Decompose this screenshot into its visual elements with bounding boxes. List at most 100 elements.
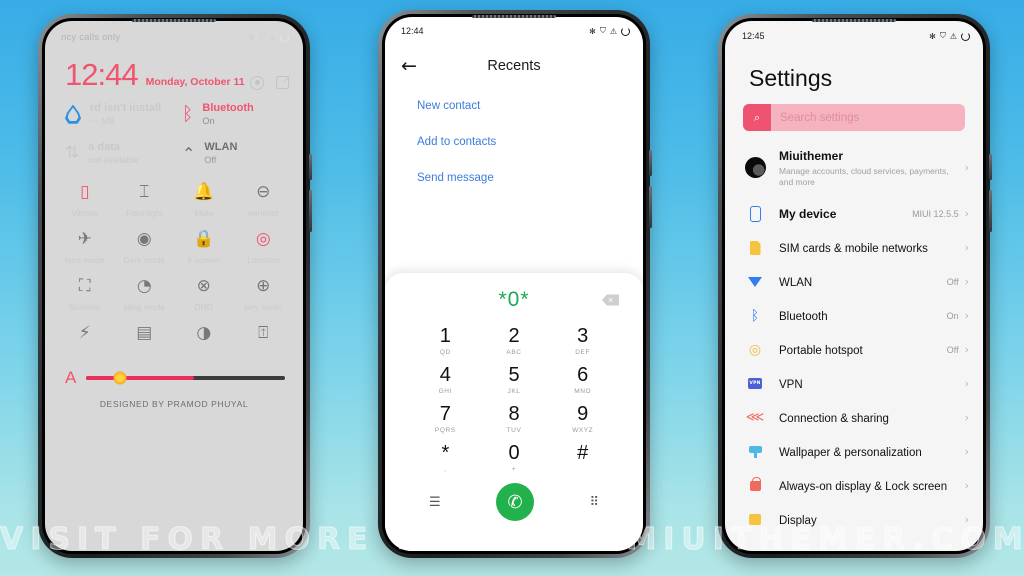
settings-row-my-device[interactable]: My device MIUI 12.5.5 › [725,197,983,231]
dialed-number: *0* [498,288,530,311]
key-letters: ABC [506,349,522,356]
toggle-scanner[interactable]: ⛶ Scanner [55,278,115,313]
clock-date: Monday, October 11 [145,76,245,88]
volume-button[interactable] [989,154,992,180]
toggle-location[interactable]: ◎ Location [234,231,294,266]
status-time: 12:44 [401,26,424,36]
toggle-battery-saver[interactable]: ⊕ tery saver [234,278,294,313]
phone-dialer: 12:44 ✻ ⛉ ⚠ ← Recents New contact Add to… [378,10,652,558]
contrast-icon: ◑ [196,323,212,343]
link-new-contact[interactable]: New contact [417,100,643,112]
key-5[interactable]: 5 JKL [480,360,549,399]
quick-settings-panel: ncy calls only ✻ ⛉ ⚠ 12:44 Monday, Octob… [45,21,303,551]
toggle-label: k screen [187,255,220,265]
tile-data-usage[interactable]: rd isn't install --- MB [59,102,172,127]
call-handset-icon[interactable]: ✆ [496,483,535,521]
status-bar: 12:44 ✻ ⛉ ⚠ [385,17,643,36]
menu-lines-icon[interactable]: ☰ [429,495,441,510]
brightness-knob[interactable] [113,371,127,385]
settings-row-connection-sharing[interactable]: ⋘ Connection & sharing › [725,401,983,435]
key-6[interactable]: 6 MNO [548,360,617,399]
key-9[interactable]: 9 WXYZ [548,399,617,438]
link-send-message[interactable]: Send message [417,172,643,184]
key-2[interactable]: 2 ABC [480,321,549,360]
power-button[interactable] [649,186,652,228]
settings-row-wallpaper[interactable]: Wallpaper & personalization › [725,435,983,469]
status-icons: ✻ ⛉ ⚠ [589,26,630,36]
row-value: MIUI 12.5.5 [912,208,959,219]
toggle-vibrate[interactable]: ▯ Vibrate [55,184,115,219]
alarm-icon: ⛉ [258,32,265,42]
tile-title: a data [88,141,121,153]
settings-row-wlan[interactable]: WLAN Off › [725,265,983,299]
toggle-lock-screen[interactable]: 🔒 k screen [174,231,234,266]
key-0[interactable]: 0 + [480,438,549,477]
brightness-track[interactable] [86,371,285,385]
volume-button[interactable] [649,150,652,176]
key-digit: 0 [508,442,520,464]
tile-mobile-data[interactable]: ⇅ a data not available [59,141,172,166]
search-input[interactable]: ⌕ Search settings [743,104,965,131]
bluetooth-icon: ✻ [929,31,936,41]
row-value: On [946,310,959,321]
display-icon [743,514,767,526]
key-hash[interactable]: # [548,438,617,477]
row-label: VPN [779,378,803,391]
brightness-slider[interactable]: A [45,362,303,388]
toggle-label: Dark mode [123,255,166,265]
backspace-icon[interactable]: ✕ [602,294,619,306]
edit-icon[interactable] [276,76,289,89]
toggle-cast[interactable]: ▤ [115,325,175,349]
dialpad-sheet: *0* ✕ 1 QD 2 ABC 3 DEF 4 GHI 5 JKL 6 MNO… [385,273,643,551]
phone1-screen: ncy calls only ✻ ⛉ ⚠ 12:44 Monday, Octob… [45,21,303,551]
chevron-right-icon: › [964,377,969,391]
row-label: Portable hotspot [779,344,863,357]
phone1-bezel: ncy calls only ✻ ⛉ ⚠ 12:44 Monday, Octob… [42,18,306,554]
settings-row-bluetooth[interactable]: ᛒ Bluetooth On › [725,299,983,333]
key-7[interactable]: 7 PQRS [411,399,480,438]
big-tile-row: ⇅ a data not available ⌃ WLAN Off [59,141,289,166]
keypad-grid-icon[interactable]: ⠿ [589,495,599,510]
chevron-right-icon: › [964,241,969,255]
toggle-contrast[interactable]: ◑ [174,325,234,349]
power-button[interactable] [989,190,992,232]
big-tiles: rd isn't install --- MB ᛒ Bluetooth On ⇅… [45,90,303,166]
settings-row-aod-lockscreen[interactable]: Always-on display & Lock screen › [725,469,983,503]
tile-bluetooth[interactable]: ᛒ Bluetooth On [176,102,289,127]
key-4[interactable]: 4 GHI [411,360,480,399]
settings-row-display[interactable]: Display › [725,503,983,537]
key-star[interactable]: * , [411,438,480,477]
toggle-dnd[interactable]: ⊗ DND [174,278,234,313]
chevron-right-icon: › [964,513,969,527]
settings-row-account[interactable]: Miuithemer Manage accounts, cloud servic… [725,139,983,197]
key-digit: # [577,442,589,464]
search-icon: ⌕ [743,104,771,131]
toggle-power-saver[interactable]: ⚡ [55,325,115,349]
toggle-auto-rotate[interactable]: ⍐ [234,325,294,349]
quick-toggle-grid: ▯ Vibrate ⌶ Flashlight 🔔 Mute ⊖ eenshot … [45,180,303,349]
app-bar: ← Recents [385,46,643,86]
volume-button[interactable] [309,154,312,180]
toggle-flashlight[interactable]: ⌶ Flashlight [115,184,175,219]
hotspot-icon: ◎ [748,341,762,358]
link-add-to-contacts[interactable]: Add to contacts [417,136,643,148]
settings-row-hotspot[interactable]: ◎ Portable hotspot Off › [725,333,983,367]
toggle-row: ⚡ ▤ ◑ ⍐ [55,325,293,349]
toggle-reading-mode[interactable]: ◔ iding mode [115,278,175,313]
settings-row-sim-cards[interactable]: SIM cards & mobile networks › [725,231,983,265]
key-letters: PQRS [434,427,456,434]
chevron-right-icon: › [964,411,969,425]
toggle-mute[interactable]: 🔔 Mute [174,184,234,219]
status-icons: ✻ ⛉ ⚠ [248,33,289,43]
tile-wlan[interactable]: ⌃ WLAN Off [176,141,289,166]
settings-row-vpn[interactable]: VPN VPN › [725,367,983,401]
key-1[interactable]: 1 QD [411,321,480,360]
toggle-dark-mode[interactable]: ◉ Dark mode [115,231,175,266]
toggle-airplane-mode[interactable]: ✈ lane mode [55,231,115,266]
toggle-screenshot[interactable]: ⊖ eenshot [234,184,294,219]
settings-circle-icon[interactable] [250,75,264,90]
key-8[interactable]: 8 TUV [480,399,549,438]
key-3[interactable]: 3 DEF [548,321,617,360]
power-button[interactable] [309,190,312,232]
clock-time: 12:44 [65,57,139,92]
